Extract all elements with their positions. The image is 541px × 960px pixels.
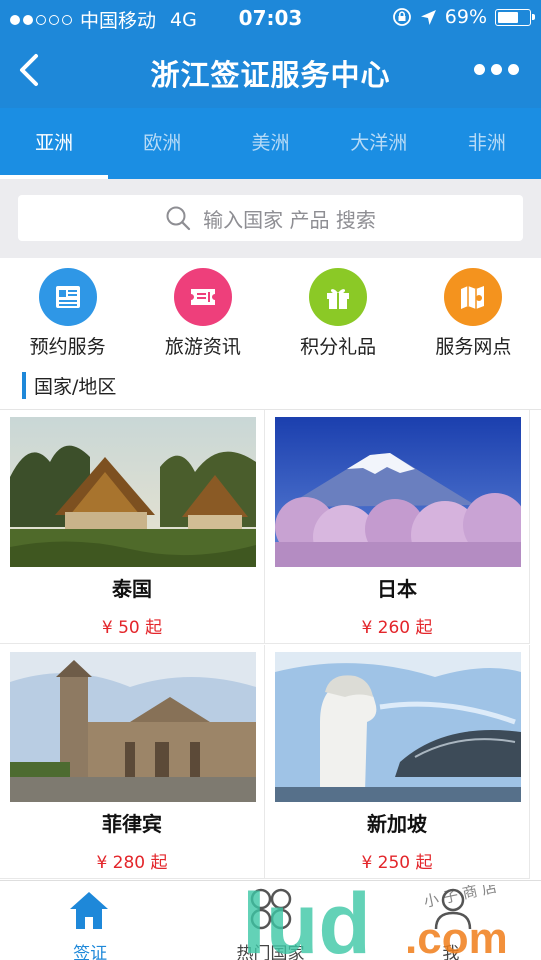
user-icon — [434, 888, 471, 930]
bottom-tab-visa[interactable]: 签证 — [0, 881, 180, 960]
bottom-tab-label: 我 — [442, 944, 460, 960]
battery-icon — [495, 8, 535, 26]
rotation-lock-icon — [392, 8, 411, 26]
page-title: 浙江签证服务中心 — [150, 58, 391, 92]
country-card-philippines[interactable]: 菲律宾 ¥ 280 起 — [0, 645, 265, 879]
country-card-singapore[interactable]: 新加坡 ¥ 250 起 — [265, 645, 530, 879]
section-header: 国家/地区 — [0, 366, 541, 410]
search-input[interactable]: 输入国家 产品 搜索 — [18, 195, 523, 241]
bottom-tab-bar: 签证 热门国家 我 — [0, 880, 541, 960]
quick-link-points-gifts[interactable]: 积分礼品 — [271, 258, 406, 366]
status-bar: 中国移动 4G 07:03 69% — [0, 0, 541, 34]
quick-link-label: 服务网点 — [435, 336, 512, 358]
battery-percent: 69% — [444, 6, 487, 28]
app-header: 中国移动 4G 07:03 69% 浙江签证服务中心 — [0, 0, 541, 108]
philippines-cathedral-image — [10, 652, 256, 802]
tab-africa[interactable]: 非洲 — [433, 108, 541, 179]
quick-link-service-points[interactable]: 服务网点 — [406, 258, 541, 366]
quick-links: 预约服务 旅游资讯 积分礼品 服务网点 — [0, 258, 541, 366]
country-name: 菲律宾 — [102, 812, 162, 836]
quick-link-label: 旅游资讯 — [164, 336, 241, 358]
japan-fuji-image — [275, 417, 521, 567]
tab-americas[interactable]: 美洲 — [216, 108, 324, 179]
grid-icon — [251, 888, 292, 930]
search-area: 输入国家 产品 搜索 — [0, 179, 541, 258]
country-grid: 泰国 ¥ 50 起 日本 ¥ 260 起 菲律宾 ¥ 280 起 新加坡 ¥ 2… — [0, 410, 541, 880]
bottom-tab-me[interactable]: 我 — [361, 881, 541, 960]
country-card-japan[interactable]: 日本 ¥ 260 起 — [265, 410, 530, 644]
gift-icon — [309, 268, 368, 326]
country-price: ¥ 250 起 — [361, 853, 433, 873]
country-price: ¥ 260 起 — [361, 618, 433, 638]
country-price: ¥ 50 起 — [101, 618, 163, 638]
quick-link-label: 积分礼品 — [300, 336, 377, 358]
search-icon — [166, 206, 191, 231]
nav-bar: 浙江签证服务中心 — [0, 34, 541, 108]
bottom-tab-label: 热门国家 — [236, 944, 305, 960]
quick-link-travel-news[interactable]: 旅游资讯 — [135, 258, 270, 366]
country-name: 新加坡 — [367, 812, 427, 836]
country-price: ¥ 280 起 — [96, 853, 168, 873]
country-name: 日本 — [377, 577, 417, 601]
section-title: 国家/地区 — [34, 376, 117, 398]
thailand-temple-image — [10, 417, 256, 567]
tab-europe[interactable]: 欧洲 — [108, 108, 216, 179]
ticket-icon — [173, 268, 232, 326]
quick-link-label: 预约服务 — [29, 336, 106, 358]
search-placeholder: 输入国家 产品 搜索 — [203, 207, 376, 232]
region-tabs: 亚洲 欧洲 美洲 大洋洲 非洲 — [0, 108, 541, 179]
document-icon — [38, 268, 97, 326]
more-options-icon[interactable] — [474, 64, 519, 75]
country-card-thailand[interactable]: 泰国 ¥ 50 起 — [0, 410, 265, 644]
tab-asia[interactable]: 亚洲 — [0, 108, 109, 179]
location-arrow-icon — [420, 9, 436, 25]
tab-oceania[interactable]: 大洋洲 — [325, 108, 433, 179]
bottom-tab-hot-countries[interactable]: 热门国家 — [180, 881, 360, 960]
bottom-tab-label: 签证 — [73, 944, 108, 960]
home-icon — [70, 892, 108, 929]
section-accent-bar — [22, 372, 26, 399]
quick-link-booking[interactable]: 预约服务 — [0, 258, 135, 366]
country-name: 泰国 — [112, 577, 152, 601]
map-icon — [444, 268, 503, 326]
singapore-merlion-image — [275, 652, 521, 802]
